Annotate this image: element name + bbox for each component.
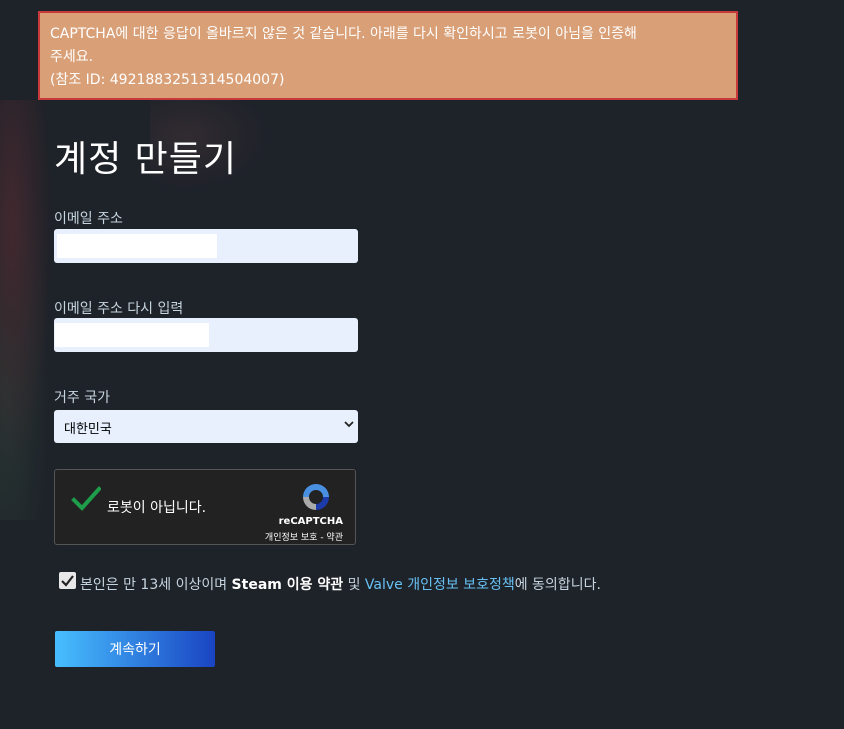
error-line-2: 주세요. (50, 49, 94, 65)
agreement-text-before: 본인은 만 13세 이상이며 (80, 577, 232, 593)
recaptcha-brand: reCAPTCHA (278, 516, 343, 527)
country-label: 거주 국가 (54, 390, 110, 406)
agreement-checkbox[interactable] (59, 572, 76, 589)
agreement-text-and: 및 (343, 577, 365, 593)
checkmark-icon (71, 486, 102, 511)
recaptcha-checkbox[interactable] (71, 484, 102, 514)
country-selected-value: 대한민국 (64, 422, 112, 437)
continue-button[interactable]: 계속하기 (55, 631, 215, 667)
agreement-text-after: 에 동의합니다. (514, 577, 601, 593)
email-field[interactable] (54, 229, 358, 263)
error-reference-id: (참조 ID: 4921883251314504007) (50, 72, 285, 88)
agreement-text: 본인은 만 13세 이상이며 Steam 이용 약관 및 Valve 개인정보 … (80, 574, 601, 594)
background-art (0, 100, 60, 520)
email-label: 이메일 주소 (54, 211, 123, 227)
autofill-overlay (55, 323, 209, 347)
error-message: CAPTCHA에 대한 응답이 올바르지 않은 것 같습니다. 아래를 다시 확… (38, 11, 738, 100)
error-line-1: CAPTCHA에 대한 응답이 올바르지 않은 것 같습니다. 아래를 다시 확… (50, 26, 637, 42)
steam-terms-link[interactable]: Steam 이용 약관 (232, 577, 344, 593)
valve-privacy-link[interactable]: Valve 개인정보 보호정책 (365, 577, 515, 593)
email-confirm-label: 이메일 주소 다시 입력 (54, 301, 184, 317)
recaptcha-widget: 로봇이 아닙니다. reCAPTCHA 개인정보 보호 - 약관 (54, 469, 356, 545)
chevron-down-icon (344, 418, 354, 432)
page-title: 계정 만들기 (54, 139, 238, 180)
checkmark-icon (61, 575, 74, 587)
recaptcha-label: 로봇이 아닙니다. (107, 500, 207, 516)
agreement-row: 본인은 만 13세 이상이며 Steam 이용 약관 및 Valve 개인정보 … (59, 572, 601, 596)
country-select[interactable]: 대한민국 (54, 410, 358, 443)
recaptcha-logo-icon (299, 480, 333, 514)
email-confirm-field[interactable] (54, 318, 358, 352)
recaptcha-privacy-terms-link[interactable]: 개인정보 보호 - 약관 (265, 530, 343, 543)
autofill-overlay (57, 234, 217, 258)
